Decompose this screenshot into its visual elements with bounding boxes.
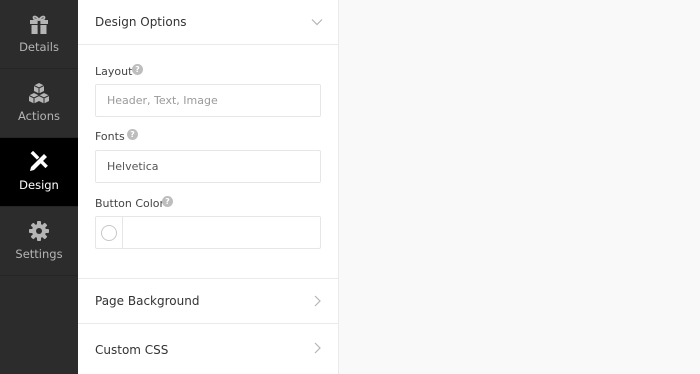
design-options-title: Design Options — [95, 15, 187, 29]
nav-label-design: Design — [19, 178, 59, 192]
custom-css-title: Custom CSS — [95, 343, 169, 357]
layout-help-icon[interactable]: ? — [132, 64, 143, 75]
gear-icon — [29, 221, 49, 241]
design-options-header[interactable]: Design Options — [78, 0, 339, 45]
fonts-label: Fonts — [95, 130, 125, 143]
fonts-input[interactable] — [95, 150, 321, 183]
preview-area — [340, 0, 700, 374]
design-panel: Design Options Layout ? Fonts ? Button C… — [78, 0, 339, 374]
nav-label-actions: Actions — [17, 109, 60, 123]
page-background-title: Page Background — [95, 294, 200, 308]
boxes-icon — [28, 83, 50, 104]
button-color-help-icon[interactable]: ? — [162, 196, 173, 207]
page-background-header[interactable]: Page Background — [78, 279, 339, 324]
button-color-input[interactable] — [123, 217, 320, 248]
nav-label-details: Details — [19, 40, 59, 54]
button-color-label: Button Color — [95, 197, 165, 210]
nav-item-details[interactable]: Details — [0, 0, 78, 69]
color-swatch-circle — [101, 225, 117, 241]
button-color-picker — [95, 216, 321, 249]
nav-item-settings[interactable]: Settings — [0, 207, 78, 276]
layout-label: Layout — [95, 65, 133, 78]
fonts-help-icon[interactable]: ? — [127, 129, 138, 140]
side-nav: Details Actions Design Settings — [0, 0, 78, 374]
layout-input[interactable] — [95, 84, 321, 117]
chevron-right-icon — [314, 342, 321, 354]
gift-icon — [30, 15, 48, 34]
color-swatch-button[interactable] — [96, 217, 123, 248]
chevron-right-icon — [314, 295, 321, 307]
chevron-down-icon — [311, 19, 323, 26]
nav-item-actions[interactable]: Actions — [0, 69, 78, 138]
nav-label-settings: Settings — [15, 247, 63, 261]
pencil-ruler-icon — [30, 151, 48, 171]
nav-item-design[interactable]: Design — [0, 138, 78, 207]
custom-css-header[interactable]: Custom CSS — [78, 325, 339, 374]
